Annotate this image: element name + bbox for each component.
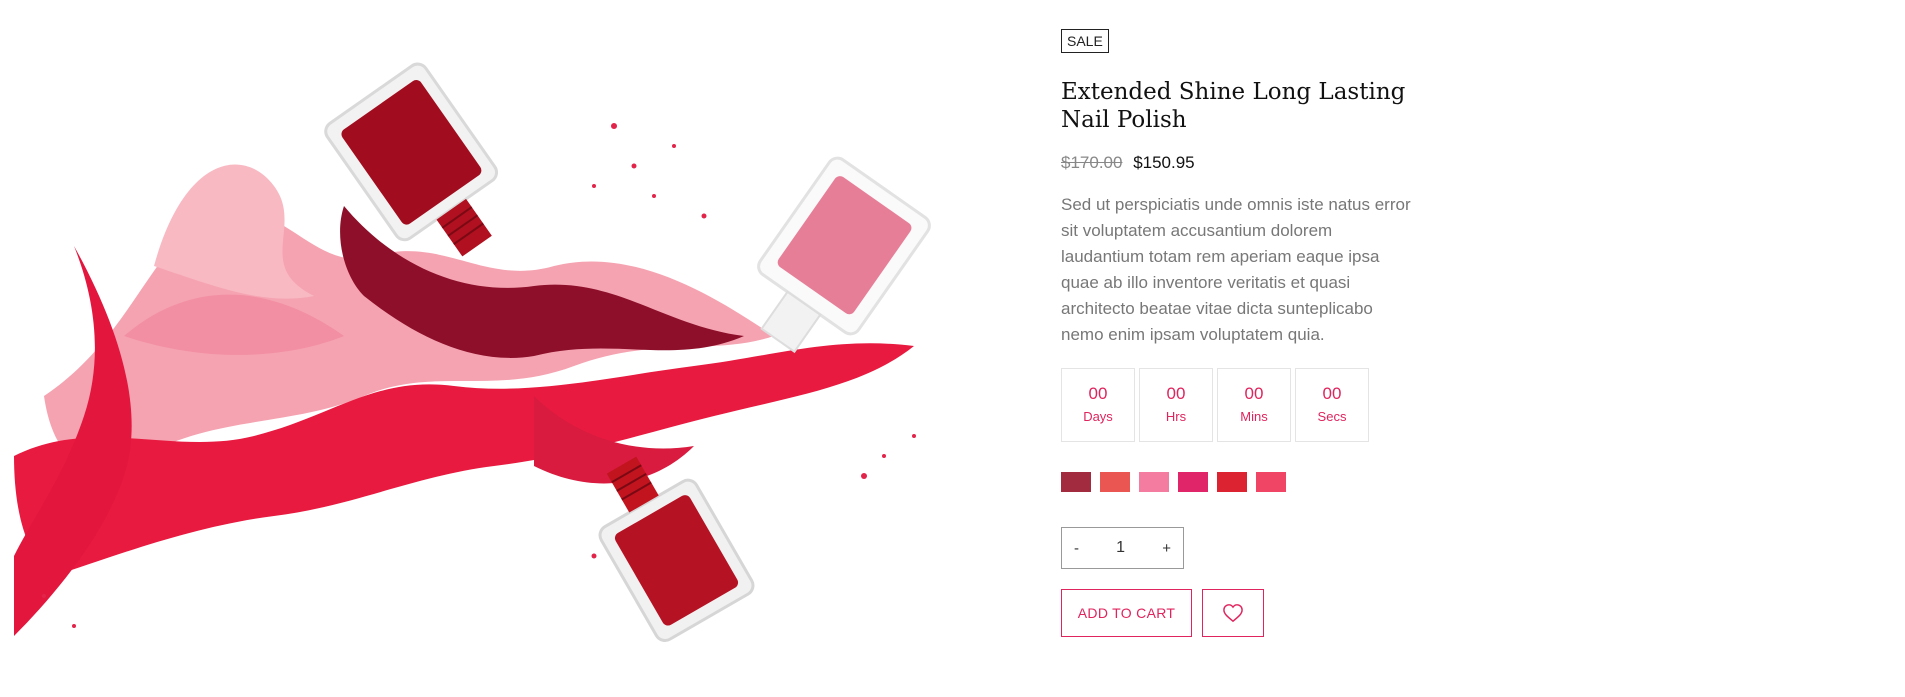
countdown-value: 00 [1166, 384, 1186, 403]
product-description: Sed ut perspiciatis unde omnis iste natu… [1061, 195, 1411, 344]
wishlist-button[interactable] [1202, 589, 1264, 637]
nail-polish-splash-image [14, 62, 931, 642]
sale-badge: SALE [1061, 29, 1109, 53]
quantity-increase-button[interactable]: + [1162, 540, 1171, 557]
color-swatches [1061, 472, 1421, 492]
countdown-label: Hrs [1165, 409, 1187, 424]
countdown-minutes: 00 Mins [1217, 368, 1291, 442]
heart-icon [1223, 604, 1243, 623]
add-to-cart-button[interactable]: ADD TO CART [1061, 589, 1192, 637]
countdown-days: 00 Days [1061, 368, 1135, 442]
quantity-decrease-button[interactable]: - [1074, 540, 1079, 557]
color-swatch-1[interactable] [1061, 472, 1091, 492]
old-price: $170.00 [1061, 153, 1123, 172]
product-title: Extended Shine Long Lasting Nail Polish [1061, 79, 1406, 133]
countdown-label: Mins [1240, 409, 1268, 424]
quantity-stepper: - 1 + [1061, 527, 1184, 569]
quantity-input[interactable]: 1 [1116, 539, 1125, 557]
countdown-seconds: 00 Secs [1295, 368, 1369, 442]
color-swatch-4[interactable] [1178, 472, 1208, 492]
countdown-hours: 00 Hrs [1139, 368, 1213, 442]
countdown-value: 00 [1088, 384, 1108, 403]
color-swatch-5[interactable] [1217, 472, 1247, 492]
color-swatch-6[interactable] [1256, 472, 1286, 492]
countdown-value: 00 [1244, 384, 1264, 403]
product-actions: ADD TO CART [1061, 589, 1421, 637]
countdown-timer: 00 Days 00 Hrs 00 Mins 00 Secs [1061, 368, 1421, 442]
product-details: SALE Extended Shine Long Lasting Nail Po… [1061, 29, 1421, 637]
color-swatch-2[interactable] [1100, 472, 1130, 492]
color-swatch-3[interactable] [1139, 472, 1169, 492]
product-image [14, 36, 939, 651]
countdown-value: 00 [1322, 384, 1342, 403]
price-row: $170.00 $150.95 [1061, 152, 1421, 174]
countdown-label: Secs [1317, 409, 1347, 424]
countdown-label: Days [1083, 409, 1113, 424]
current-price: $150.95 [1133, 153, 1195, 172]
